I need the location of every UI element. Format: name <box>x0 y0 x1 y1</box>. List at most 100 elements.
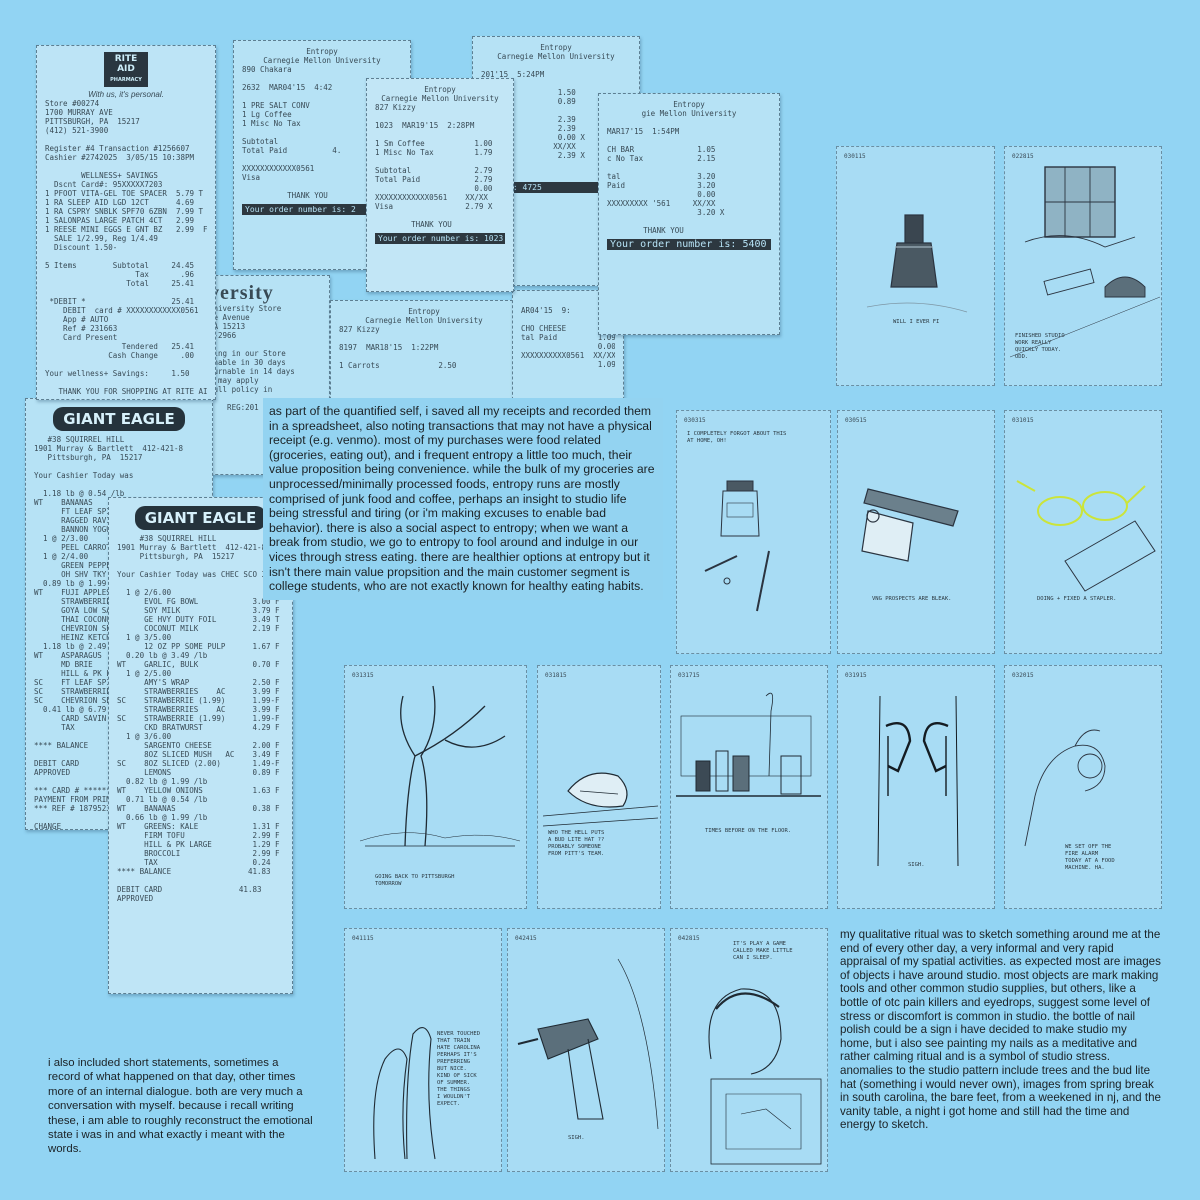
receipt-line: DEBIT card # XXXXXXXXXXXX0561 <box>45 306 199 315</box>
receipt-line: Dscnt Card#: 95XXXXX7203 <box>45 180 163 189</box>
receipt-line <box>607 217 771 226</box>
sketch-ritual-description: my qualitative ritual was to sketch some… <box>840 928 1161 1132</box>
sketch-note: SIGH. <box>568 1135 585 1141</box>
receipt-line <box>117 876 284 885</box>
receipt-line: 1 @ 2/5.00 <box>117 669 172 678</box>
receipt-line: Your Cashier Today was <box>34 471 134 480</box>
receipt-line: Cash Change .00 <box>45 351 195 360</box>
receipt-line: 1 SALONPAS LARGE PATCH 4CT 2.99 <box>45 216 195 225</box>
receipt-line: EVOL FG BOWL 3.00 F <box>117 597 280 606</box>
receipt-line: 3.20 X <box>607 208 725 217</box>
giant-eagle-logo: GIANT EAGLE <box>53 407 185 431</box>
receipt-line: 0.00 <box>607 190 716 199</box>
rite-aid-logo-sub: PHARMACY <box>110 77 142 83</box>
receipt-line: Register #4 Transaction #1256607 <box>45 144 190 153</box>
receipt-line: 1 @ 2/6.00 <box>117 588 172 597</box>
receipt-store-subtitle: Carnegie Mellon University <box>381 94 499 103</box>
receipt-line: s may apply <box>209 376 259 385</box>
receipt-store-name: Entropy <box>408 307 440 316</box>
sketch-note: NEVER TOUCHED THAT TRAIN HATE CAROLINA P… <box>437 1031 481 1107</box>
receipt-line: MAR17'15 1:54PM <box>607 127 680 136</box>
receipt-line: ping in our Store <box>209 349 286 358</box>
hat-drawing <box>542 772 659 827</box>
jar-drawing <box>704 480 770 612</box>
receipt-line <box>45 252 207 261</box>
receipt-line: Your Cashier Today was CHEC SCO 390 <box>117 570 276 579</box>
receipt-lines: University Store ce Avenue PA 15213 8-2966 … <box>209 304 321 412</box>
receipt-line: 8-2966 <box>209 331 237 340</box>
receipt-store-name: Entropy <box>673 100 705 109</box>
sketch-tree: 031315 GOING BACK TO PITTSBURGH TOMORROW <box>344 665 527 909</box>
receipt-line: Tax .96 <box>45 270 195 279</box>
receipt-store-subtitle: gie Mellon University <box>641 109 737 118</box>
receipt-entropy-5: Entropy Carnegie Mellon University 827 K… <box>330 300 518 410</box>
receipt-line: THANK YOU <box>375 220 452 229</box>
receipt-line: 1023 MAR19'15 2:28PM <box>375 121 475 130</box>
tree-drawing <box>359 685 521 847</box>
receipt-line: (412) 521-3900 <box>45 126 109 135</box>
receipt-line: PA 15213 <box>209 322 246 331</box>
rite-aid-tagline: With us, it's personal. <box>88 90 164 99</box>
receipt-line: 827 Kizzy <box>339 325 380 334</box>
receipt-line <box>607 163 771 172</box>
receipt-line: Your wellness+ Savings: 1.50 <box>45 369 190 378</box>
receipt-line <box>117 561 284 570</box>
receipt-line <box>34 462 204 471</box>
receipt-line: COCONUT MILK 2.19 F <box>117 624 280 633</box>
receipt-line: THANK YOU <box>607 226 684 235</box>
rite-aid-logo-bottom: AID <box>117 64 135 74</box>
sketch-note: VNG PROSPECTS ARE BLEAK. <box>872 596 952 602</box>
receipt-line: tal 3.20 <box>607 172 716 181</box>
sketch-note: FINISHED STUDIO WORK REALLY QUICKLY TODA… <box>1015 333 1065 360</box>
rite-aid-logo-wrap: RITE AID PHARMACY With us, it's personal… <box>45 52 207 99</box>
receipt-line: LEMONS 0.89 F <box>117 768 280 777</box>
receipt-line: SOY MILK 3.79 F <box>117 606 280 615</box>
sketch-hand: 032015 WE SET OFF THE FIRE ALARM TODAY A… <box>1004 665 1162 909</box>
receipt-line: Discount 1.50- <box>45 243 118 252</box>
sketch-bare-feet: 041115 NEVER TOUCHED THAT TRAIN HATE CAR… <box>344 928 502 1172</box>
receipt-line: WELLNESS+ SAVINGS <box>45 171 158 180</box>
receipt-line: 1901 Murray & Bartlett 412-421-8 <box>34 444 184 453</box>
receipt-line: 12 OZ PP SOME PULP 1.67 F <box>117 642 280 651</box>
receipt-line: CKD BRATWURST 4.29 F <box>117 723 280 732</box>
receipt-line <box>45 378 207 387</box>
receipt-line <box>45 360 207 369</box>
receipt-line: c No Tax 2.15 <box>607 154 716 163</box>
sketch-jar-and-pens: 030315 I COMPLETELY FORGOT ABOUT THIS AT… <box>676 410 831 654</box>
receipt-line: WT GARLIC, BULK 0.70 F <box>117 660 280 669</box>
receipt-line <box>607 136 771 145</box>
receipt-line: 827 Kizzy <box>375 103 416 112</box>
receipt-line: SARGENTO CHEESE 2.00 F <box>117 741 280 750</box>
receipt-line: 1 REESE MINI EGGS E GNT BZ 2.99 F <box>45 225 207 234</box>
receipt-store-name: Entropy <box>306 47 338 56</box>
receipt-line: WT BANANAS 0.38 F <box>117 804 280 813</box>
receipt-line: APPROVED <box>117 894 154 903</box>
receipt-entropy-2: Entropy Carnegie Mellon University 827 K… <box>366 78 514 292</box>
university-store-title: versity <box>209 282 274 304</box>
order-number-bar: Your order number is: 1023 <box>375 233 505 244</box>
receipt-header: Entropy Carnegie Mellon University <box>481 43 631 61</box>
sketch-bud-lite-hat: 031815 WHO THE HELL PUTS A BUD LITE HAT … <box>537 665 661 909</box>
receipt-line: Cashier #2742025 3/05/15 10:38PM <box>45 153 195 162</box>
receipt-lines: MAR17'15 1:54PM CH BAR 1.05 c No Tax 2.15… <box>607 118 771 235</box>
receipt-line: Visa 2.79 X <box>375 202 493 211</box>
receipt-line: 1700 MURRAY AVE <box>45 108 113 117</box>
receipt-line: 0.00 <box>375 184 493 193</box>
receipt-line <box>45 288 207 297</box>
receipt-line: 1901 Murray & Bartlett 412-421-81 <box>117 543 271 552</box>
receipt-line: GE HVY DUTY FOIL 3.49 T <box>117 615 280 624</box>
receipt-store-name: Entropy <box>540 43 572 52</box>
receipt-line: WT GREENS: KALE 1.31 F <box>117 822 280 831</box>
receipt-line: DEBIT CARD 41.83 <box>117 885 262 894</box>
sketch-note: WILL I EVER FI <box>893 319 940 325</box>
receipt-line: Store #00274 <box>45 99 100 108</box>
receipt-line: 1 RA SLEEP AID LGD 12CT 4.69 <box>45 198 195 207</box>
statements-description: i also included short statements, someti… <box>48 1057 313 1156</box>
receipt-lines: 827 Kizzy 1023 MAR19'15 2:28PM 1 Sm Coff… <box>375 103 505 229</box>
sketch-glasses: 031015 DOING + FIXED A STAPLER. <box>1004 410 1162 654</box>
receipt-lines: Store #00274 1700 MURRAY AVE PITTSBURGH, P… <box>45 99 207 396</box>
receipt-header: Entropy Carnegie Mellon University <box>375 85 505 103</box>
receipt-header: Entropy Carnegie Mellon University <box>242 47 402 65</box>
nail-polish-drawing <box>866 214 968 313</box>
receipt-line: Pittsburgh, PA 15217 <box>117 552 235 561</box>
